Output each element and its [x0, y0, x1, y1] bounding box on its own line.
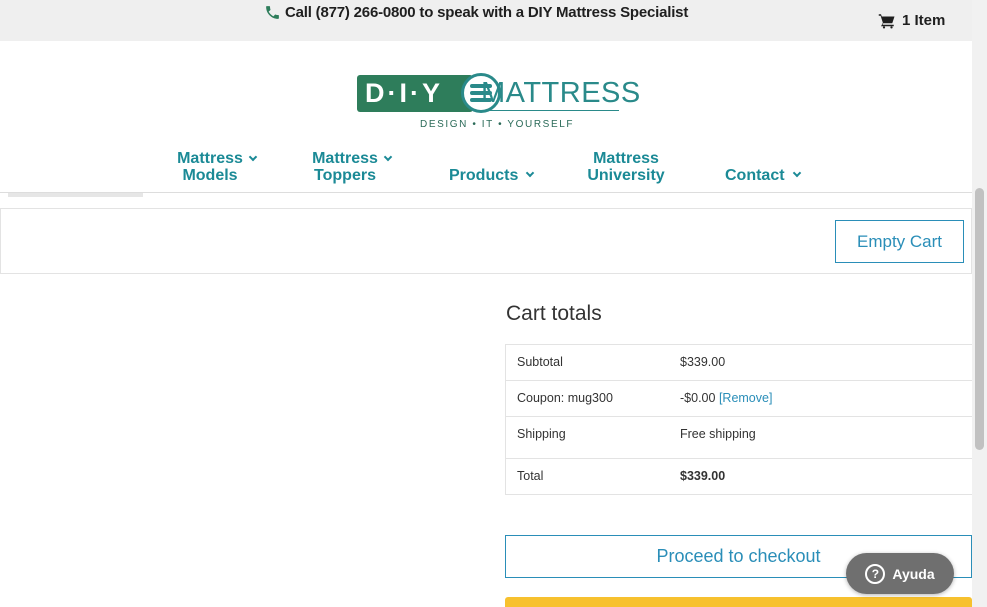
nav-mattress-models[interactable]: Mattress Models — [177, 150, 258, 184]
nav-label: Mattress — [593, 150, 659, 167]
cart-totals-table: Subtotal $339.00 Coupon: mug300 -$0.00 [… — [505, 344, 972, 495]
row-label: Shipping — [517, 427, 566, 441]
paypal-button-edge[interactable] — [505, 597, 972, 607]
empty-cart-button[interactable]: Empty Cart — [835, 220, 964, 263]
chevron-down-icon — [792, 168, 801, 178]
totals-row-coupon: Coupon: mug300 -$0.00 [Remove] — [506, 381, 972, 417]
totals-row-total: Total $339.00 — [506, 459, 972, 494]
row-value: Free shipping — [680, 427, 756, 441]
cart-count: 1 Item — [902, 12, 946, 29]
cart-table-edge — [8, 193, 143, 197]
phone-link[interactable]: Call (877) 266-0800 to speak with a DIY … — [264, 4, 688, 21]
nav-label: Contact — [725, 167, 785, 184]
nav-contact[interactable]: Contact — [725, 167, 801, 184]
nav-label: Products — [449, 167, 519, 184]
nav-label: Mattress — [312, 150, 378, 167]
help-label: Ayuda — [892, 565, 935, 582]
logo-diy: D·I·Y — [357, 75, 473, 112]
phone-text: Call (877) 266-0800 to speak with a DIY … — [285, 4, 689, 21]
phone-icon — [266, 6, 279, 19]
help-widget-button[interactable]: ? Ayuda — [846, 553, 954, 594]
site-logo[interactable]: D·I·Y MATTRESS DESIGN • IT • YOURSELF — [357, 73, 640, 133]
nav-products[interactable]: Products — [449, 167, 535, 184]
cart-totals-title: Cart totals — [506, 302, 602, 325]
logo-tagline: DESIGN • IT • YOURSELF — [420, 119, 575, 130]
row-label: Total — [517, 469, 544, 483]
nav-label: Models — [182, 167, 238, 184]
nav-label: Mattress — [177, 150, 243, 167]
help-icon: ? — [865, 563, 886, 584]
cart-actions-row — [0, 208, 972, 274]
nav-label: University — [587, 167, 665, 184]
remove-coupon-link[interactable]: [Remove] — [719, 391, 773, 405]
totals-row-subtotal: Subtotal $339.00 — [506, 345, 972, 381]
mini-cart-link[interactable]: 1 Item — [878, 12, 945, 29]
nav-divider — [0, 192, 972, 193]
row-value: -$0.00 [Remove] — [680, 391, 772, 405]
logo-underline — [483, 110, 619, 111]
page-scrollbar[interactable] — [972, 0, 987, 607]
top-bar: Call (877) 266-0800 to speak with a DIY … — [0, 0, 972, 41]
row-value: $339.00 — [680, 469, 726, 483]
scrollbar-thumb[interactable] — [975, 188, 984, 450]
row-value: $339.00 — [680, 355, 726, 369]
chevron-down-icon — [383, 152, 393, 162]
logo-mattress-word: MATTRESS — [481, 77, 641, 109]
chevron-down-icon — [248, 152, 258, 162]
row-label: Coupon: mug300 — [517, 391, 613, 405]
cart-icon — [878, 13, 895, 28]
coupon-amount: -$0.00 — [680, 391, 716, 405]
totals-row-shipping: Shipping Free shipping — [506, 417, 972, 459]
nav-mattress-toppers[interactable]: Mattress Toppers — [312, 150, 393, 184]
main-nav: Mattress Models Mattress Toppers Product… — [0, 148, 972, 192]
nav-mattress-university[interactable]: Mattress University — [587, 150, 665, 184]
row-label: Subtotal — [517, 355, 563, 369]
nav-label: Toppers — [314, 167, 376, 184]
chevron-down-icon — [526, 168, 535, 178]
